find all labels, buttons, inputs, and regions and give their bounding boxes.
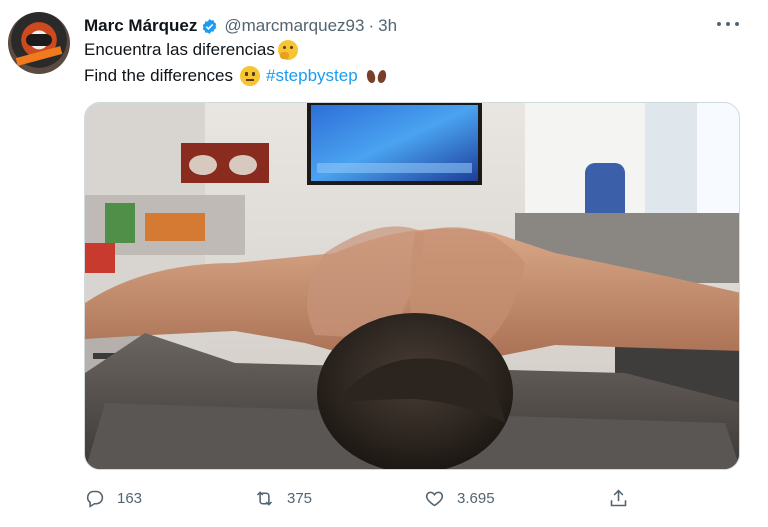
tweet-text-english: Find the differences xyxy=(84,66,233,85)
tweet-text-line1: Encuentra las diferencias xyxy=(84,40,298,60)
heart-icon xyxy=(425,491,444,506)
share-button[interactable] xyxy=(608,486,629,510)
tweet[interactable]: Marc Márquez @marcmarquez93 · 3h Encuent… xyxy=(0,0,768,527)
thinking-face-emoji-icon xyxy=(277,40,298,60)
neutral-face-emoji-icon xyxy=(240,66,260,86)
retweet-icon xyxy=(256,490,273,506)
separator-dot: · xyxy=(368,16,375,35)
more-options-icon[interactable] xyxy=(717,14,739,34)
helmet-stripe xyxy=(15,46,63,66)
tweet-media-photo[interactable] xyxy=(84,102,740,470)
like-count: 3.695 xyxy=(457,489,495,507)
helmet-visor xyxy=(26,34,52,46)
retweet-button[interactable]: 375 xyxy=(254,486,312,510)
tweet-timestamp[interactable]: 3h xyxy=(378,16,397,36)
like-button[interactable]: 3.695 xyxy=(424,486,495,510)
verified-badge-icon xyxy=(203,18,217,34)
tweet-text-line2: Find the differences #stepbystep xyxy=(84,66,388,86)
photo-image xyxy=(85,103,739,469)
reply-button[interactable]: 163 xyxy=(84,486,142,510)
footprints-emoji-icon xyxy=(365,67,388,85)
share-icon xyxy=(610,489,627,506)
reply-icon xyxy=(86,490,104,508)
hashtag-link[interactable]: #stepbystep xyxy=(266,66,358,86)
reply-count: 163 xyxy=(117,489,143,507)
tweet-text-spanish: Encuentra las diferencias xyxy=(84,40,275,59)
retweet-count: 375 xyxy=(287,489,313,507)
tweet-actions: 163 375 3.695 xyxy=(84,486,644,510)
author-name[interactable]: Marc Márquez xyxy=(84,16,197,36)
author-avatar[interactable] xyxy=(8,12,70,74)
author-handle[interactable]: @marcmarquez93 xyxy=(224,16,364,36)
tweet-header: Marc Márquez @marcmarquez93 · 3h xyxy=(84,15,397,37)
